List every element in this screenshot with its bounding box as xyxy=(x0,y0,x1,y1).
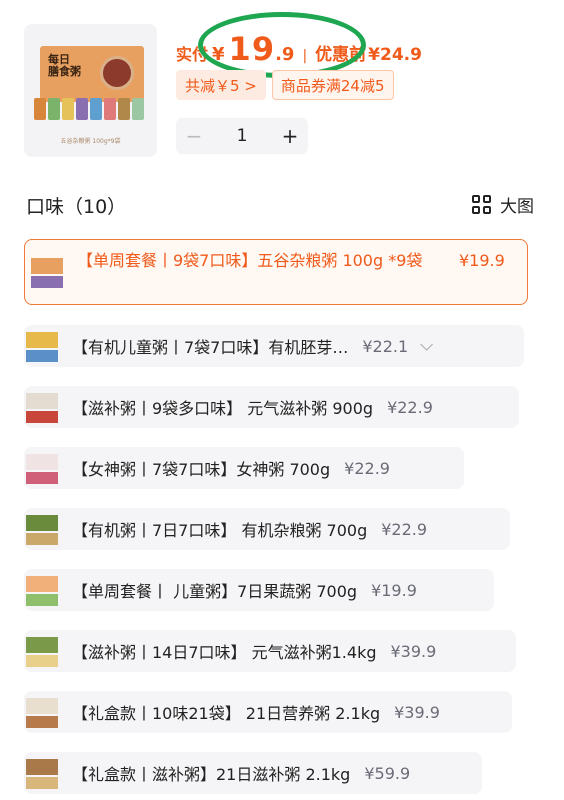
product-packs-image xyxy=(34,98,144,120)
original-price-label: 优惠前 xyxy=(315,45,367,65)
option-name: 【单周套餐丨9袋7口味】五谷杂粮粥 100g *9袋 xyxy=(77,251,423,270)
flavor-section-title: 口味（10） xyxy=(26,196,127,218)
price-currency: ¥ xyxy=(212,44,225,65)
option-price: ¥22.1 xyxy=(362,336,409,356)
option-item[interactable]: 【滋补粥丨9袋多口味】 元气滋补粥 900g ¥22.9 xyxy=(24,386,519,428)
total-discount-tag[interactable]: 共减￥5 > xyxy=(176,70,266,100)
option-item-selected[interactable]: 【单周套餐丨9袋7口味】五谷杂粮粥 100g *9袋 ¥19.9 xyxy=(24,239,528,305)
option-price: ¥22.9 xyxy=(344,458,390,478)
option-item[interactable]: 【礼盒款丨10味21袋】 21日营养粥 2.1kg ¥39.9 xyxy=(24,691,512,733)
option-thumbnail xyxy=(24,694,60,730)
chevron-down-icon[interactable] xyxy=(420,337,434,351)
option-thumbnail xyxy=(24,633,60,669)
option-thumbnail xyxy=(24,450,60,486)
option-price: ¥22.9 xyxy=(387,397,433,417)
quantity-stepper: − 1 + xyxy=(176,118,308,154)
option-thumbnail xyxy=(24,389,60,425)
option-price: ¥22.9 xyxy=(381,519,428,539)
option-name: 【滋补粥丨14日7口味】 元气滋补粥1.4kg xyxy=(72,643,377,662)
option-price: ¥59.9 xyxy=(364,763,411,783)
grid-icon xyxy=(472,194,492,215)
product-box-image: 每日 膳食粥 xyxy=(40,46,144,102)
price-row: 实付 ¥ 19 .9 | 优惠前 ¥24.9 xyxy=(176,30,422,68)
coupon-tag[interactable]: 商品券满24减5 xyxy=(271,70,394,100)
option-name: 【有机儿童粥丨7袋7口味】有机胚芽… xyxy=(72,338,349,357)
option-item[interactable]: 【滋补粥丨14日7口味】 元气滋补粥1.4kg ¥39.9 xyxy=(24,630,516,672)
option-name: 【滋补粥丨9袋多口味】 元气滋补粥 900g xyxy=(72,399,374,418)
option-thumbnail xyxy=(24,572,60,608)
large-view-label: 大图 xyxy=(500,197,534,217)
option-name: 【礼盒款丨10味21袋】 21日营养粥 2.1kg xyxy=(72,704,381,723)
option-thumbnail xyxy=(24,755,60,791)
price-separator: | xyxy=(302,48,308,64)
price-decimal: .9 xyxy=(275,44,295,65)
option-thumbnail xyxy=(24,328,60,364)
option-price: ¥19.9 xyxy=(459,251,505,270)
option-name: 【有机粥丨7日7口味】 有机杂粮粥 700g xyxy=(72,521,368,540)
option-price: ¥39.9 xyxy=(390,641,437,661)
price-integer: 19 xyxy=(228,30,276,68)
quantity-value[interactable]: 1 xyxy=(212,126,272,146)
large-view-toggle[interactable]: 大图 xyxy=(472,192,534,217)
option-item[interactable]: 【礼盒款丨滋补粥】21日滋补粥 2.1kg ¥59.9 xyxy=(24,752,482,794)
product-brand-text: 每日 膳食粥 xyxy=(48,53,81,78)
option-thumbnail xyxy=(24,511,60,547)
product-thumbnail[interactable]: 每日 膳食粥 五谷杂粮粥 100g*9袋 xyxy=(24,24,157,157)
option-name: 【女神粥丨7袋7口味】女神粥 700g xyxy=(72,460,331,479)
option-item[interactable]: 【女神粥丨7袋7口味】女神粥 700g ¥22.9 xyxy=(24,447,464,489)
original-price: ¥24.9 xyxy=(368,45,422,65)
option-item[interactable]: 【单周套餐丨 儿童粥】7日果蔬粥 700g ¥19.9 xyxy=(24,569,494,611)
option-price: ¥39.9 xyxy=(394,702,440,722)
decrease-button[interactable]: − xyxy=(176,124,212,148)
increase-button[interactable]: + xyxy=(272,124,308,148)
option-thumbnail xyxy=(29,254,67,292)
option-name: 【礼盒款丨滋补粥】21日滋补粥 2.1kg xyxy=(72,765,351,784)
option-item[interactable]: 【有机儿童粥丨7袋7口味】有机胚芽… ¥22.1 xyxy=(24,325,524,367)
porridge-bowl-image xyxy=(100,56,134,90)
option-name: 【单周套餐丨 儿童粥】7日果蔬粥 700g xyxy=(72,582,358,601)
discount-tags: 共减￥5 > 商品券满24减5 xyxy=(176,70,394,100)
option-item[interactable]: 【有机粥丨7日7口味】 有机杂粮粥 700g ¥22.9 xyxy=(24,508,510,550)
price-label: 实付 xyxy=(176,45,209,64)
product-thumb-caption: 五谷杂粮粥 100g*9袋 xyxy=(60,138,121,145)
option-price: ¥19.9 xyxy=(371,580,417,600)
